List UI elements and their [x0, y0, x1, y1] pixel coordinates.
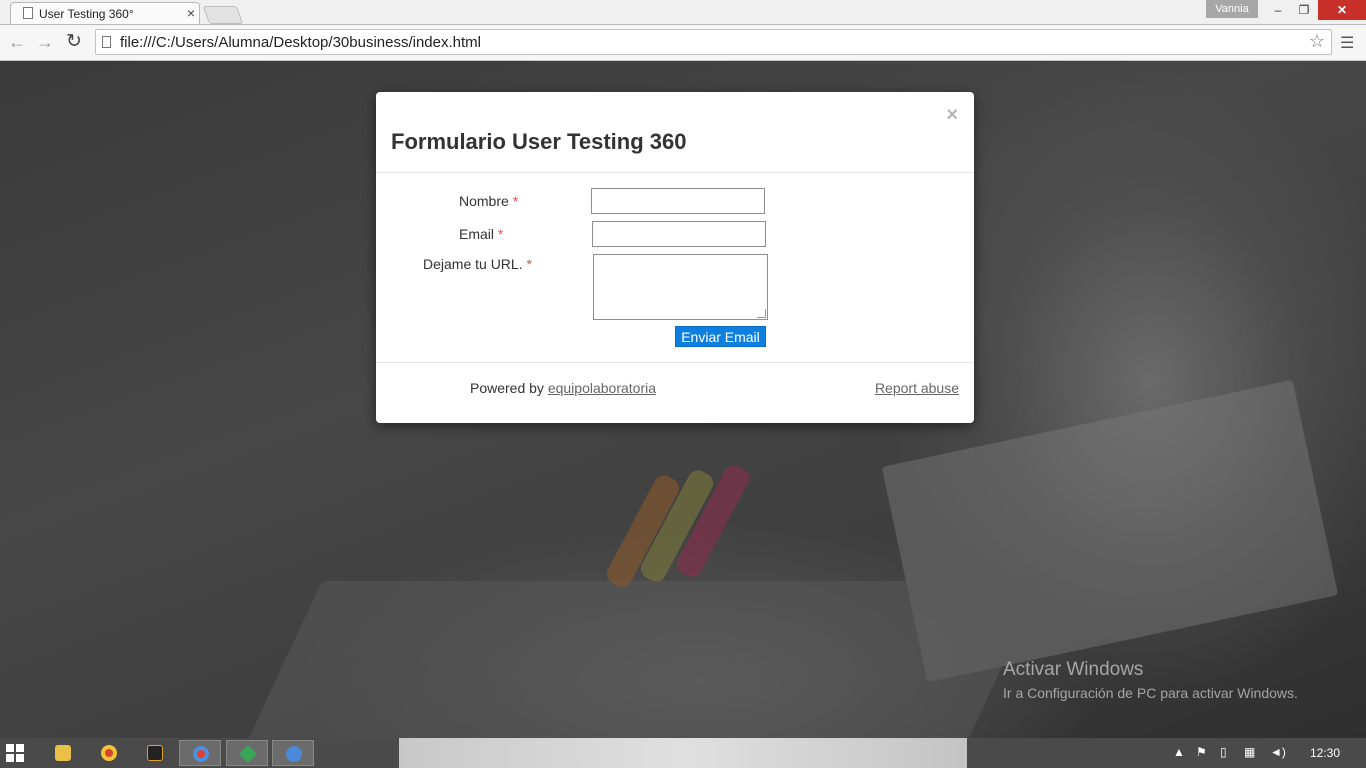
- windows-logo-icon: [6, 744, 14, 752]
- maximize-button[interactable]: ❐: [1290, 0, 1318, 20]
- activation-watermark-title: Activar Windows: [1003, 659, 1144, 680]
- url-textarea[interactable]: [593, 254, 768, 320]
- minimize-button[interactable]: –: [1264, 0, 1292, 20]
- form-modal: × Formulario User Testing 360 Nombre * E…: [376, 92, 974, 423]
- browser-toolbar: ← → ↻ file:///C:/Users/Alumna/Desktop/30…: [0, 25, 1366, 61]
- up-arrow-icon[interactable]: ▲: [1173, 745, 1185, 759]
- browser-menu-icon[interactable]: ☰: [1340, 33, 1358, 53]
- taskbar-app[interactable]: [272, 740, 314, 766]
- url-text[interactable]: file:///C:/Users/Alumna/Desktop/30busine…: [120, 34, 481, 51]
- resize-handle-icon[interactable]: [757, 309, 766, 318]
- taskbar-chrome[interactable]: [88, 740, 130, 766]
- activation-watermark-text: Ir a Configuración de PC para activar Wi…: [1003, 685, 1298, 701]
- tab-strip: User Testing 360° × Vannia – ❐ ✕: [0, 0, 1366, 25]
- modal-close-icon[interactable]: ×: [946, 104, 958, 127]
- tab-title: User Testing 360°: [39, 7, 134, 21]
- taskbar-slides[interactable]: [134, 740, 176, 766]
- report-abuse-link[interactable]: Report abuse: [875, 380, 959, 396]
- background-laptop: [238, 581, 1042, 738]
- email-input[interactable]: [592, 221, 766, 247]
- flag-icon[interactable]: ⚑: [1196, 745, 1207, 759]
- modal-title: Formulario User Testing 360: [391, 129, 687, 154]
- back-button[interactable]: ←: [6, 31, 28, 53]
- new-tab-button[interactable]: [202, 6, 244, 24]
- nombre-label-text: Nombre: [459, 193, 509, 209]
- tab-close-icon[interactable]: ×: [187, 5, 195, 21]
- page-icon: [102, 36, 111, 48]
- reload-button[interactable]: ↻: [63, 31, 85, 53]
- page-icon: [23, 7, 33, 19]
- nombre-input[interactable]: [591, 188, 765, 214]
- volume-icon[interactable]: ◄): [1270, 745, 1286, 759]
- file-explorer-icon: [55, 745, 71, 761]
- powered-by-text: Powered by: [470, 380, 544, 396]
- bookmark-star-icon[interactable]: ☆: [1309, 31, 1325, 52]
- git-icon: [238, 744, 258, 764]
- profile-button[interactable]: Vannia: [1206, 0, 1258, 18]
- network-icon[interactable]: ▦: [1244, 745, 1255, 759]
- close-window-button[interactable]: ✕: [1318, 0, 1366, 20]
- divider: [376, 362, 974, 363]
- powered-by-link[interactable]: equipolaboratoria: [548, 380, 656, 396]
- url-label-text: Dejame tu URL.: [423, 256, 523, 272]
- chrome-canary-icon: [193, 746, 209, 762]
- nombre-label: Nombre *: [459, 193, 518, 209]
- page-background: × Formulario User Testing 360 Nombre * E…: [0, 61, 1366, 738]
- windows-logo-icon: [16, 754, 24, 762]
- send-email-button[interactable]: Enviar Email: [675, 326, 766, 347]
- taskbar-git[interactable]: [226, 740, 268, 766]
- windows-logo-icon: [16, 744, 24, 752]
- app-icon: [286, 746, 302, 762]
- taskbar-file-explorer[interactable]: [42, 740, 84, 766]
- start-button[interactable]: [6, 744, 24, 762]
- taskbar-chrome-canary[interactable]: [179, 740, 221, 766]
- slides-icon: [147, 745, 163, 761]
- powered-by: Powered by equipolaboratoria: [470, 380, 656, 396]
- required-mark: *: [512, 193, 519, 209]
- taskbar-preview: [399, 738, 967, 768]
- email-label-text: Email: [459, 226, 495, 242]
- taskbar: ▲ ⚑ ▯ ▦ ◄) 12:30: [0, 738, 1366, 768]
- browser-tab[interactable]: User Testing 360° ×: [10, 2, 200, 24]
- address-bar[interactable]: file:///C:/Users/Alumna/Desktop/30busine…: [95, 29, 1332, 55]
- url-label: Dejame tu URL. *: [423, 256, 532, 272]
- email-label: Email *: [459, 226, 503, 242]
- required-mark: *: [497, 226, 504, 242]
- clock[interactable]: 12:30: [1310, 746, 1340, 760]
- chrome-icon: [101, 745, 117, 761]
- device-icon[interactable]: ▯: [1220, 745, 1227, 759]
- windows-logo-icon: [6, 754, 14, 762]
- required-mark: *: [526, 256, 532, 272]
- divider: [376, 172, 974, 173]
- forward-button[interactable]: →: [34, 31, 56, 53]
